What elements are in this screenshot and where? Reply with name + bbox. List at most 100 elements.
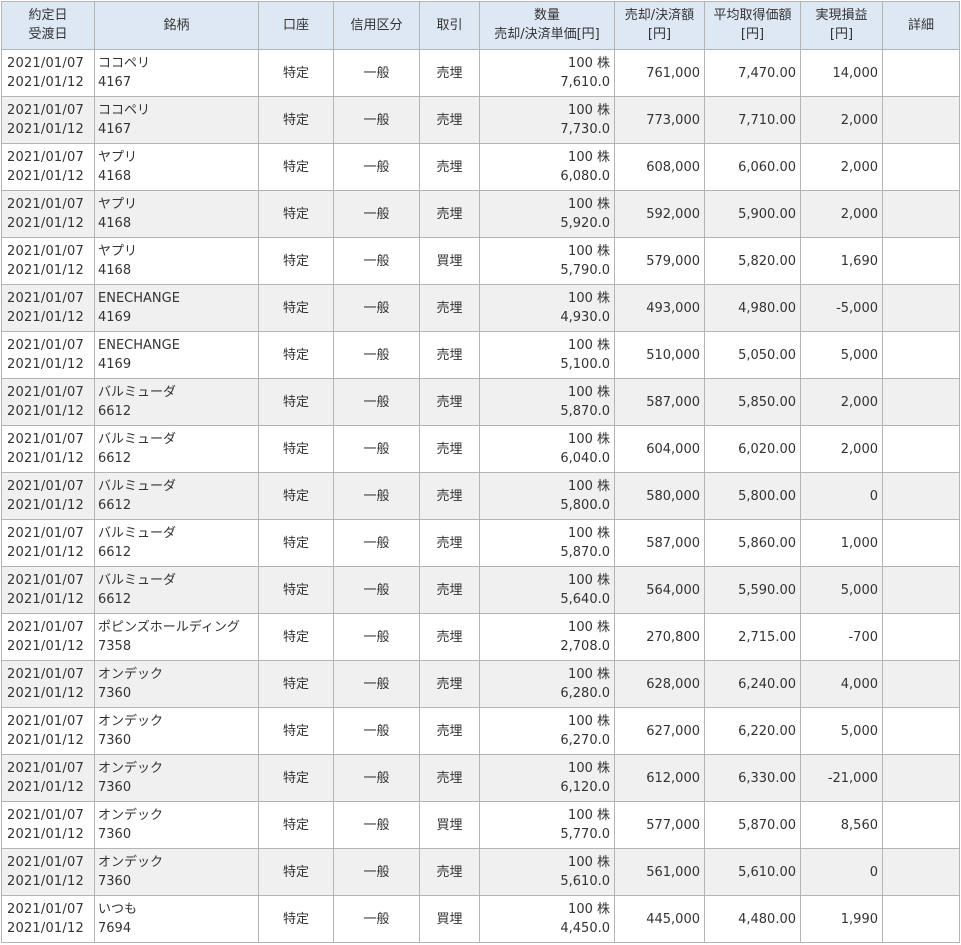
trade-date: 2021/01/07 (7, 291, 84, 306)
quantity: 100 株 (568, 761, 610, 776)
credit-type: 一般 (333, 143, 420, 191)
settle-amount: 612,000 (614, 754, 705, 802)
avg-cost: 5,900.00 (704, 190, 801, 238)
avg-cost: 5,610.00 (704, 848, 801, 896)
date-cell: 2021/01/07 2021/01/12 (1, 425, 95, 473)
trade-type: 売埋 (419, 425, 480, 473)
account-type: 特定 (258, 566, 334, 614)
date-cell: 2021/01/07 2021/01/12 (1, 378, 95, 426)
trade-date: 2021/01/07 (7, 667, 84, 682)
stock-name: ココペリ (98, 103, 151, 118)
stock-cell: オンデック 7360 (94, 848, 259, 896)
detail-cell (882, 237, 960, 285)
settle-price: 4,930.0 (560, 310, 610, 325)
stock-name: オンデック (98, 714, 164, 729)
trade-date: 2021/01/07 (7, 197, 84, 212)
date-cell: 2021/01/07 2021/01/12 (1, 613, 95, 661)
settle-date: 2021/01/12 (7, 780, 84, 795)
trade-date: 2021/01/07 (7, 808, 84, 823)
detail-cell (882, 378, 960, 426)
settle-price: 6,280.0 (560, 686, 610, 701)
stock-cell: バルミューダ 6612 (94, 472, 259, 520)
trade-type: 売埋 (419, 331, 480, 379)
trade-date: 2021/01/07 (7, 479, 84, 494)
trade-type: 売埋 (419, 519, 480, 567)
stock-code: 6612 (98, 545, 132, 560)
credit-type: 一般 (333, 284, 420, 332)
stock-name: オンデック (98, 667, 164, 682)
avg-cost: 5,850.00 (704, 378, 801, 426)
trade-date: 2021/01/07 (7, 902, 84, 917)
stock-name: ココペリ (98, 56, 151, 71)
quantity: 100 株 (568, 432, 610, 447)
table-row: 2021/01/07 2021/01/12 ヤプリ 4168 特定 一般 買埋 100 株 5,… (1, 237, 960, 285)
quantity: 100 株 (568, 808, 610, 823)
settle-amount: 445,000 (614, 895, 705, 943)
trade-date: 2021/01/07 (7, 244, 84, 259)
settle-date: 2021/01/12 (7, 310, 84, 325)
account-type: 特定 (258, 895, 334, 943)
table-row: 2021/01/07 2021/01/12 ヤプリ 4168 特定 一般 売埋 100 株 6,… (1, 143, 960, 191)
table-row: 2021/01/07 2021/01/12 いつも 7694 特定 一般 買埋 100 株 4,… (1, 895, 960, 943)
account-type: 特定 (258, 237, 334, 285)
detail-cell (882, 425, 960, 473)
realized-pl: 14,000 (800, 49, 883, 97)
header-account: 口座 (258, 1, 334, 50)
account-type: 特定 (258, 848, 334, 896)
header-dates: 約定日 受渡日 (1, 1, 95, 50)
stock-code: 4167 (98, 122, 132, 137)
header-settle-date: 受渡日 (28, 26, 68, 42)
settle-amount: 561,000 (614, 848, 705, 896)
avg-cost: 5,870.00 (704, 801, 801, 849)
detail-cell (882, 143, 960, 191)
stock-code: 7360 (98, 780, 132, 795)
stock-code: 4169 (98, 310, 132, 325)
avg-cost: 6,060.00 (704, 143, 801, 191)
qty-price-cell: 100 株 4,930.0 (479, 284, 615, 332)
table-row: 2021/01/07 2021/01/12 ENECHANGE 4169 特定 一般 売埋 1… (1, 331, 960, 379)
qty-price-cell: 100 株 5,920.0 (479, 190, 615, 238)
quantity: 100 株 (568, 103, 610, 118)
stock-code: 7358 (98, 639, 132, 654)
trade-date: 2021/01/07 (7, 855, 84, 870)
trade-type: 売埋 (419, 472, 480, 520)
stock-cell: バルミューダ 6612 (94, 425, 259, 473)
credit-type: 一般 (333, 660, 420, 708)
avg-cost: 5,860.00 (704, 519, 801, 567)
settle-amount: 604,000 (614, 425, 705, 473)
settle-price: 5,870.0 (560, 404, 610, 419)
settle-date: 2021/01/12 (7, 874, 84, 889)
trade-type: 売埋 (419, 190, 480, 238)
detail-cell (882, 472, 960, 520)
settle-amount: 587,000 (614, 378, 705, 426)
settle-date: 2021/01/12 (7, 498, 84, 513)
trade-type: 買埋 (419, 801, 480, 849)
quantity: 100 株 (568, 479, 610, 494)
stock-name: バルミューダ (98, 479, 177, 494)
detail-cell (882, 49, 960, 97)
qty-price-cell: 100 株 5,870.0 (479, 519, 615, 567)
account-type: 特定 (258, 754, 334, 802)
realized-pl: 1,990 (800, 895, 883, 943)
date-cell: 2021/01/07 2021/01/12 (1, 284, 95, 332)
date-cell: 2021/01/07 2021/01/12 (1, 143, 95, 191)
settle-date: 2021/01/12 (7, 921, 84, 936)
realized-pl: 0 (800, 472, 883, 520)
qty-price-cell: 100 株 5,870.0 (479, 378, 615, 426)
settle-date: 2021/01/12 (7, 545, 84, 560)
credit-type: 一般 (333, 190, 420, 238)
stock-name: ヤプリ (98, 197, 138, 212)
header-trade-date: 約定日 (28, 7, 68, 23)
table-row: 2021/01/07 2021/01/12 バルミューダ 6612 特定 一般 売埋 100 … (1, 566, 960, 614)
stock-cell: ココペリ 4167 (94, 49, 259, 97)
account-type: 特定 (258, 143, 334, 191)
quantity: 100 株 (568, 150, 610, 165)
trade-date: 2021/01/07 (7, 432, 84, 447)
credit-type: 一般 (333, 566, 420, 614)
stock-name: ヤプリ (98, 244, 138, 259)
detail-cell (882, 519, 960, 567)
realized-pl: 4,000 (800, 660, 883, 708)
realized-pl: 0 (800, 848, 883, 896)
realized-pl: 1,000 (800, 519, 883, 567)
stock-cell: ヤプリ 4168 (94, 237, 259, 285)
